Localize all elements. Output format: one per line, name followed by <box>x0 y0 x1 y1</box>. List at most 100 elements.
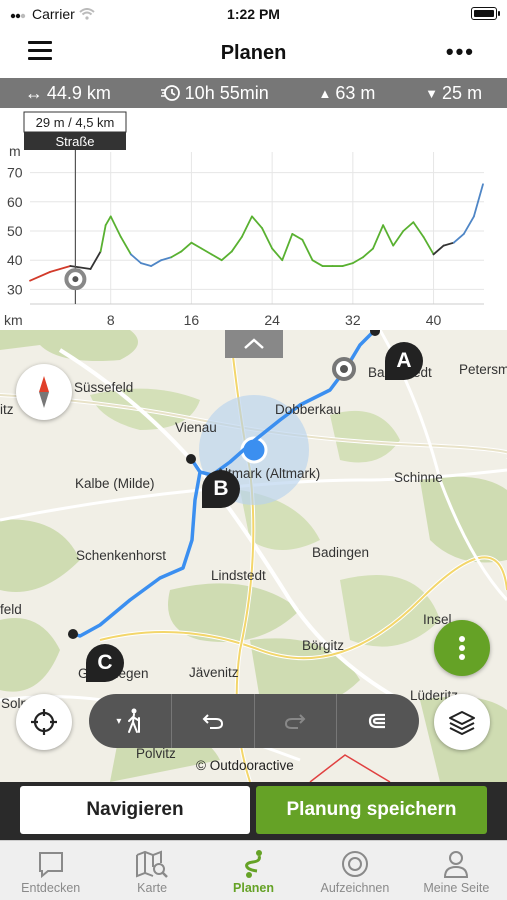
x-axis-unit: km <box>4 312 23 328</box>
elevation-line-segment <box>311 259 324 267</box>
more-options-icon[interactable]: ••• <box>446 41 475 63</box>
undo-button[interactable] <box>172 694 255 748</box>
tab-label: Entdecken <box>21 881 81 895</box>
y-tick-label: 50 <box>7 223 23 239</box>
crosshair-icon <box>31 709 57 735</box>
elevation-svg: 70 60 50 40 30 8 16 24 32 40 m km 29 m / 4,5 km Straß… <box>4 111 484 328</box>
elevation-line-segment <box>190 241 203 250</box>
profile-icon <box>444 851 469 878</box>
waypoint-c-marker[interactable]: C <box>86 644 124 682</box>
elevation-line-segment <box>180 241 193 253</box>
record-icon <box>341 851 368 877</box>
elevation-line-segment <box>281 233 294 262</box>
stat-duration: 10h 55min <box>160 82 269 104</box>
map-label: Kalbe (Milde) <box>75 476 155 491</box>
y-tick-label: 60 <box>7 194 23 210</box>
elevation-line-segment <box>382 224 395 247</box>
battery-icon <box>471 7 500 20</box>
tab-meine-seite[interactable]: Meine Seite <box>406 841 507 900</box>
tab-planen[interactable]: Planen <box>203 841 304 900</box>
elevation-line-segment <box>104 215 112 227</box>
elevation-line-segment <box>119 235 132 256</box>
action-bar: Navigieren Planung speichern <box>0 782 507 840</box>
chart-cursor-dot <box>72 276 79 283</box>
y-axis-unit: m <box>9 143 21 159</box>
elevation-line-segment <box>150 259 163 267</box>
elevation-line-segment <box>402 221 415 232</box>
navigation-bar: Planen ••• <box>0 28 507 78</box>
map-layers-button[interactable] <box>434 694 490 750</box>
route-edit-toolbar: ▾ <box>89 694 419 748</box>
clock-icon <box>160 85 180 101</box>
stat-descent: ▼ 25 m <box>425 83 482 104</box>
elevation-line-segment <box>422 235 435 256</box>
elevation-line-segment <box>372 224 385 250</box>
x-tick-label: 32 <box>345 312 361 328</box>
elevation-line-segment <box>301 238 314 262</box>
elevation-line-segment <box>140 262 152 267</box>
map-label: Petersma <box>459 362 507 377</box>
tab-entdecken[interactable]: Entdecken <box>0 841 101 900</box>
compass-needle-icon <box>39 376 49 408</box>
chat-bubble-icon <box>38 852 63 879</box>
distance-arrows-icon: ↔ <box>24 82 43 103</box>
elevation-line-segment <box>129 253 142 265</box>
elevation-line-segment <box>442 241 455 247</box>
chevron-up-icon <box>244 338 264 349</box>
tab-label: Meine Seite <box>423 881 490 895</box>
elevation-line-segment <box>362 247 374 259</box>
map-label: Schinne <box>394 470 443 485</box>
ascent-arrow-icon: ▲ <box>318 85 332 101</box>
tab-label: Karte <box>137 881 168 895</box>
map-label: Lindstedt <box>211 568 266 583</box>
locate-me-button[interactable] <box>16 694 72 750</box>
elevation-line-segment <box>210 253 223 262</box>
activity-type-button[interactable]: ▾ <box>89 694 172 748</box>
redo-button[interactable] <box>255 694 338 748</box>
more-actions-button[interactable] <box>434 620 490 676</box>
dropdown-caret-icon: ▾ <box>116 715 122 727</box>
elevation-line-segment <box>291 233 304 241</box>
elevation-profile-chart[interactable]: 70 60 50 40 30 8 16 24 32 40 m km 29 m / 4,5 km Straß… <box>0 108 507 330</box>
descent-arrow-icon: ▼ <box>425 85 439 101</box>
map-label: Vienau <box>175 420 217 435</box>
hiker-icon <box>128 708 141 733</box>
elevation-line-segment <box>29 270 52 282</box>
tab-bar: Entdecken Karte Planen Aufzeichnen Meine… <box>0 840 507 900</box>
map-label: Börgitz <box>302 638 345 653</box>
page-title: Planen <box>220 42 287 64</box>
elevation-line-segment <box>392 230 405 247</box>
waypoint-a-marker[interactable]: A <box>385 342 423 380</box>
magnet-icon <box>369 713 386 729</box>
elevation-line-segment <box>341 262 354 267</box>
stat-distance: ↔ 44.9 km <box>25 83 111 104</box>
redo-icon <box>285 714 306 729</box>
elevation-line-segment <box>473 183 484 218</box>
collapse-chart-button[interactable] <box>225 330 283 358</box>
tab-aufzeichnen[interactable]: Aufzeichnen <box>304 841 405 900</box>
compass-button[interactable] <box>16 364 72 420</box>
snap-to-path-button[interactable] <box>337 694 419 748</box>
duration-value: 10h 55min <box>184 82 269 103</box>
map-search-icon <box>136 850 168 878</box>
map-label: Badingen <box>312 545 370 560</box>
waypoint-b-marker[interactable]: B <box>202 470 240 508</box>
y-tick-label: 70 <box>7 165 23 181</box>
map-label: Schenkenhorst <box>76 548 167 563</box>
map-label: itz <box>0 402 14 417</box>
tab-karte[interactable]: Karte <box>101 841 202 900</box>
status-bar: Carrier 1:22 PM <box>0 0 507 28</box>
elevation-line-segment <box>412 221 425 238</box>
elevation-line-segment <box>452 233 465 244</box>
y-tick-label: 30 <box>7 281 23 297</box>
elevation-line-segment <box>49 265 72 273</box>
elevation-line-segment <box>240 215 253 238</box>
save-plan-button[interactable]: Planung speichern <box>256 786 487 834</box>
elevation-line-segment <box>432 244 445 256</box>
route-stats-bar: ↔ 44.9 km 10h 55min ▲ 63 m ▼ 25 m <box>0 78 507 108</box>
navigate-button[interactable]: Navigieren <box>20 786 250 834</box>
route-plan-icon <box>244 850 262 878</box>
map-label: Jävenitz <box>189 665 239 680</box>
elevation-line-segment <box>251 215 263 229</box>
elevation-line-segment <box>200 247 213 256</box>
